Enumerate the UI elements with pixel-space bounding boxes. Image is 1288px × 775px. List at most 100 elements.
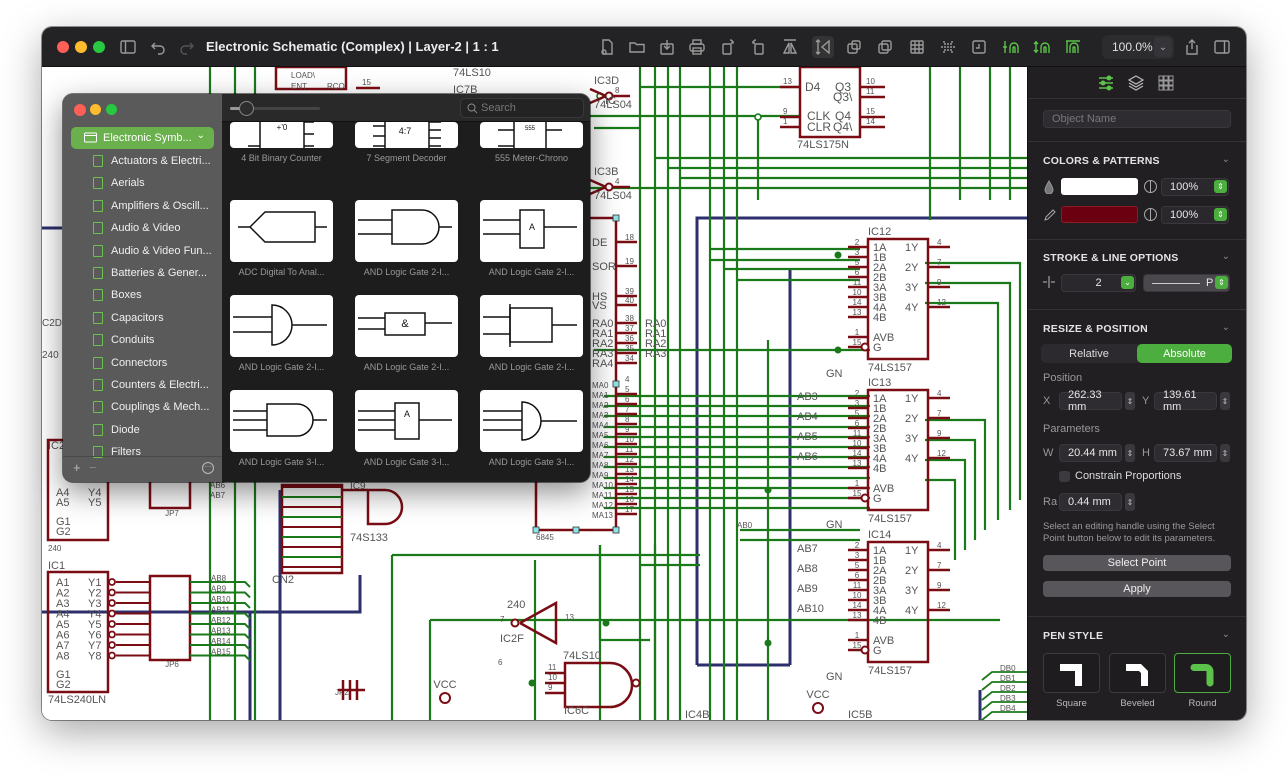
height-stepper[interactable]: ⇕ [1220, 444, 1230, 462]
tab-layers-icon[interactable] [1128, 75, 1144, 91]
rotate-right-icon[interactable] [749, 38, 767, 56]
category-item[interactable]: Connectors [93, 354, 167, 372]
rotate-left-icon[interactable] [719, 38, 737, 56]
route-net-icon[interactable] [1064, 38, 1082, 56]
print-icon[interactable] [688, 38, 706, 56]
symbol-tile[interactable]: & [355, 295, 458, 357]
mode-absolute-button[interactable]: Absolute [1137, 344, 1232, 363]
collapse-chevron-icon[interactable]: ⌄ [1222, 322, 1230, 333]
position-y-stepper[interactable]: ⇕ [1220, 392, 1230, 410]
close-window-button[interactable] [57, 41, 69, 53]
redo-icon[interactable] [178, 38, 196, 56]
pin-label: SOR [592, 261, 616, 273]
category-item[interactable]: Boxes [93, 286, 142, 304]
category-label: Batteries & Gener... [111, 267, 207, 279]
category-item[interactable]: Actuators & Electri... [93, 152, 211, 170]
add-category-button[interactable]: + [73, 460, 81, 475]
category-electronic-symbols[interactable]: Electronic Symb... ⌄ [71, 127, 214, 149]
svg-text:&: & [401, 318, 409, 330]
collapse-chevron-icon[interactable]: ⌄ [1222, 154, 1230, 165]
collapse-chevron-icon[interactable]: ⌄ [1222, 251, 1230, 262]
symbol-tile[interactable]: +'0 [230, 122, 333, 148]
route-wire-icon[interactable] [1002, 38, 1020, 56]
grid-icon[interactable] [908, 38, 926, 56]
symbol-tile[interactable] [230, 390, 333, 452]
tab-properties-sliders-icon[interactable] [1098, 75, 1114, 91]
remove-category-button[interactable]: − [89, 460, 97, 475]
library-zoom-button[interactable] [106, 104, 117, 115]
symbol-tile[interactable] [355, 200, 458, 262]
position-y-field[interactable]: 139.61 mm [1154, 389, 1217, 413]
stroke-color-swatch[interactable] [1061, 206, 1138, 223]
flip-horizontal-icon[interactable] [781, 38, 799, 56]
radius-stepper[interactable]: ⇕ [1125, 493, 1135, 511]
symbol-tile[interactable]: A [480, 200, 583, 262]
symbol-tile[interactable] [230, 200, 333, 262]
fill-opacity-stepper[interactable]: ⇕ [1214, 180, 1227, 193]
category-item[interactable]: Conduits [93, 331, 154, 349]
position-x-stepper[interactable]: ⇕ [1125, 392, 1135, 410]
pen-round-button[interactable] [1174, 653, 1231, 693]
more-options-icon[interactable]: ··· [202, 462, 214, 474]
library-close-button[interactable] [74, 104, 86, 116]
symbol-tile[interactable]: A [355, 390, 458, 452]
category-item[interactable]: Aerials [93, 174, 145, 192]
import-icon[interactable] [658, 38, 676, 56]
symbol-tile[interactable] [230, 295, 333, 357]
mode-relative-button[interactable]: Relative [1041, 344, 1137, 363]
category-item[interactable]: Capacitors [93, 309, 164, 327]
net-label: AB5 [797, 431, 818, 443]
collapse-chevron-icon[interactable]: ⌄ [1222, 629, 1230, 640]
fill-color-swatch[interactable] [1061, 178, 1138, 195]
pen-square-button[interactable] [1043, 653, 1100, 693]
route-bus-icon[interactable] [1033, 38, 1051, 56]
position-x-field[interactable]: 262.33 mm [1059, 389, 1122, 413]
symbol-tile[interactable] [480, 390, 583, 452]
distribute-icon[interactable] [939, 38, 957, 56]
pen-beveled-button[interactable] [1109, 653, 1166, 693]
thumbnail-size-slider[interactable] [230, 101, 320, 116]
width-field[interactable]: 20.44 mm [1059, 444, 1122, 462]
category-item[interactable]: Counters & Electri... [93, 376, 209, 394]
symbol-tile[interactable]: 4:7 [355, 122, 458, 148]
apply-button[interactable]: Apply [1043, 581, 1231, 597]
chevron-down-icon: ⌄ [196, 130, 205, 141]
library-search-input[interactable]: Search [460, 98, 584, 118]
bring-forward-icon[interactable] [845, 38, 863, 56]
page-icon[interactable] [970, 38, 988, 56]
category-item[interactable]: Diode [93, 421, 140, 439]
sidebar-toggle-icon[interactable] [119, 38, 137, 56]
document-settings-icon[interactable] [598, 38, 616, 56]
category-item[interactable]: Audio & Video [93, 219, 181, 237]
ic-name-label: JP6 [165, 660, 179, 669]
select-point-button[interactable]: Select Point [1043, 555, 1231, 571]
inspector-toggle-icon[interactable] [1213, 38, 1231, 56]
constrain-proportions-checkbox[interactable] [1059, 471, 1070, 482]
symbol-tile[interactable] [480, 295, 583, 357]
radius-field[interactable]: 0.44 mm [1059, 493, 1122, 511]
undo-icon[interactable] [149, 38, 167, 56]
line-style-stepper[interactable]: ⇕ [1215, 276, 1228, 289]
category-item[interactable]: Couplings & Mech... [93, 398, 209, 416]
zoom-dropdown-chevron-icon[interactable]: ⌄ [1154, 37, 1172, 57]
width-stepper[interactable]: ⇕ [1125, 444, 1135, 462]
symbol-tile[interactable]: 555 [480, 122, 583, 148]
net-label: AB14 [211, 637, 231, 646]
flip-vertical-icon[interactable] [812, 36, 834, 58]
category-item[interactable]: Amplifiers & Oscill... [93, 197, 209, 215]
zoom-window-button[interactable] [93, 41, 105, 53]
minimize-window-button[interactable] [75, 41, 87, 53]
folder-icon[interactable] [628, 38, 646, 56]
object-name-input[interactable]: Object Name [1043, 110, 1231, 128]
stroke-width-dropdown[interactable]: ⌄ [1121, 276, 1134, 289]
tab-library-grid-icon[interactable] [1158, 75, 1174, 91]
category-item[interactable]: Audio & Video Fun... [93, 242, 212, 260]
height-field[interactable]: 73.67 mm [1154, 444, 1217, 462]
stroke-pencil-icon [1044, 209, 1056, 221]
send-backward-icon[interactable] [876, 38, 894, 56]
slider-thumb[interactable] [239, 101, 254, 116]
library-minimize-button[interactable] [90, 104, 101, 115]
category-item[interactable]: Batteries & Gener... [93, 264, 207, 282]
share-icon[interactable] [1183, 38, 1201, 56]
stroke-opacity-stepper[interactable]: ⇕ [1214, 208, 1227, 221]
